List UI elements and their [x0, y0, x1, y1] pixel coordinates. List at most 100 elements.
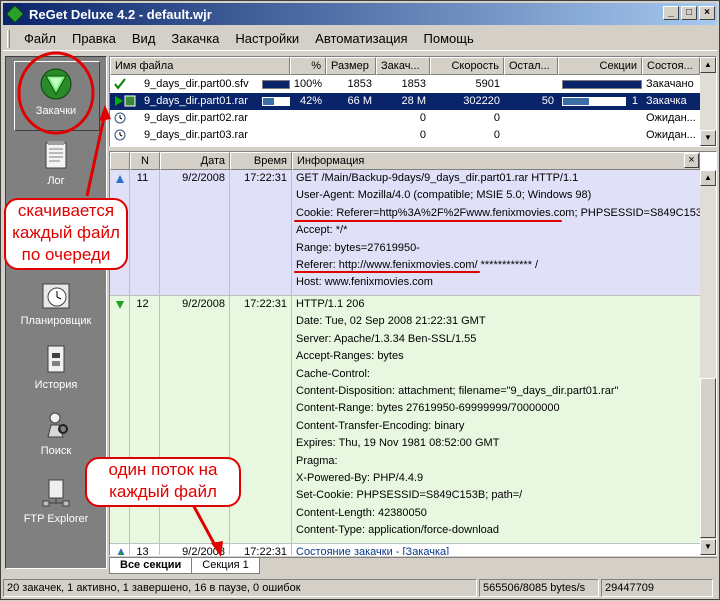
menu-file[interactable]: Файл — [16, 31, 64, 46]
log-line: Content-Length: 42380050 — [296, 506, 427, 519]
status-bar: 20 закачек, 1 активно, 1 завершено, 16 в… — [3, 579, 717, 597]
log-line: Content-Disposition: attachment; filenam… — [296, 385, 619, 398]
section-tabs: Все секции Секция 1 — [109, 557, 717, 575]
annotation-sequential: скачивается каждый файл по очереди — [4, 198, 128, 270]
log-line: Состояние закачки - [Закачка] — [296, 546, 450, 556]
close-button[interactable]: × — [699, 6, 715, 20]
title-bar[interactable]: ReGet Deluxe 4.2 - default.wjr _ □ × — [3, 3, 717, 25]
search-figure-icon — [40, 409, 72, 441]
cell-speed: 0 — [493, 129, 500, 141]
sidebar-item-label: Лог — [47, 175, 65, 187]
log-header-date[interactable]: Дата — [160, 152, 230, 170]
log-cell-time: 17:22:31 — [230, 296, 292, 543]
log-scrollbar[interactable]: ▲ ▼ — [700, 170, 716, 555]
play-icon — [114, 93, 136, 110]
reget-app-icon — [5, 4, 25, 24]
sidebar-item-history[interactable]: История — [6, 343, 106, 391]
log-line: Content-Range: bytes 27619950-69999999/7… — [296, 402, 560, 415]
col-header-status[interactable]: Состоя... — [642, 57, 700, 75]
sidebar-item-label: Закачки — [35, 105, 77, 117]
app-window: ReGet Deluxe 4.2 - default.wjr _ □ × Фай… — [0, 0, 720, 600]
download-arrow-icon — [39, 67, 73, 101]
table-row[interactable]: 9_days_dir.part03.rar 0 0 Ожидан... — [110, 127, 700, 144]
scroll-up-button[interactable]: ▲ — [700, 57, 716, 73]
cell-done: 0 — [419, 129, 426, 141]
filelist-scrollbar[interactable]: ▲ ▼ — [700, 57, 716, 146]
log-cell-n: 13 — [130, 544, 160, 555]
scroll-up-button[interactable]: ▲ — [700, 170, 716, 186]
table-row[interactable]: 9_days_dir.part00.sfv 100% 1853 1853 5901 Зак… — [110, 76, 700, 93]
cell-name: 9_days_dir.part03.rar — [144, 129, 248, 141]
cell-speed: 5901 — [475, 78, 500, 90]
log-line: Accept-Ranges: bytes — [296, 350, 404, 363]
cell-name: 9_days_dir.part02.rar — [144, 112, 248, 124]
scroll-thumb[interactable] — [700, 378, 716, 538]
sidebar-item-search[interactable]: Поиск — [6, 409, 106, 457]
menu-edit[interactable]: Правка — [64, 31, 124, 46]
log-line: GET /Main/Backup-9days/9_days_dir.part01… — [296, 172, 579, 184]
log-line: Cache-Control: — [296, 367, 370, 380]
log-line: Content-Transfer-Encoding: binary — [296, 419, 465, 432]
col-header-size[interactable]: Размер — [326, 57, 376, 75]
scroll-down-button[interactable]: ▼ — [700, 539, 716, 555]
cell-left: 50 — [541, 95, 554, 107]
menu-settings[interactable]: Настройки — [227, 31, 307, 46]
col-header-speed[interactable]: Скорость — [430, 57, 504, 75]
col-header-percent[interactable]: % — [290, 57, 326, 75]
col-header-sections[interactable]: Секции — [558, 57, 642, 75]
sections-bar — [562, 97, 626, 106]
cell-done: 28 M — [401, 95, 426, 107]
col-header-remaining[interactable]: Остал... — [504, 57, 558, 75]
ftp-explorer-icon — [40, 477, 72, 509]
cell-pct: 42% — [299, 95, 322, 107]
log-close-button[interactable]: × — [684, 153, 699, 168]
log-line: Content-Type: application/force-download — [296, 524, 500, 537]
log-header-icon — [110, 152, 130, 170]
history-book-icon — [40, 343, 72, 375]
sidebar-item-label: Поиск — [40, 445, 72, 457]
log-header-time[interactable]: Время — [230, 152, 292, 170]
sidebar-item-log[interactable]: Лог — [6, 139, 106, 187]
table-row[interactable]: 9_days_dir.part01.rar 42% 66 M 28 M 302220 50… — [110, 93, 700, 110]
log-line: Server: Apache/1.3.34 Ben-SSL/1.55 — [296, 332, 477, 345]
log-line: Expires: Thu, 19 Nov 1981 08:52:00 GMT — [296, 437, 500, 450]
menu-help[interactable]: Помощь — [416, 31, 482, 46]
log-entry[interactable]: 13 9/2/2008 17:22:31 Состояние закачки - [З… — [110, 544, 700, 556]
menu-grip — [7, 29, 10, 48]
col-header-downloaded[interactable]: Закач... — [376, 57, 430, 75]
cell-status: Закачка — [646, 95, 687, 107]
log-line: Host: www.fenixmovies.com — [296, 276, 433, 289]
sidebar-item-downloads[interactable]: Закачки — [6, 67, 106, 117]
log-cell-time: 17:22:31 — [230, 170, 292, 295]
log-header-number[interactable]: N — [130, 152, 160, 170]
menu-download[interactable]: Закачка — [163, 31, 227, 46]
check-icon — [114, 76, 136, 93]
log-info: GET /Main/Backup-9days/9_days_dir.part01… — [292, 170, 709, 292]
log-line: HTTP/1.1 206 — [296, 298, 365, 310]
minimize-button[interactable]: _ — [663, 6, 679, 20]
log-cell-n: 11 — [130, 170, 160, 295]
cell-speed: 302220 — [463, 95, 500, 107]
maximize-button[interactable]: □ — [681, 6, 697, 20]
log-entry[interactable]: 11 9/2/2008 17:22:31 GET /Main/Backup-9days… — [110, 170, 709, 296]
log-line: Accept: */* — [296, 224, 348, 237]
cell-done: 1853 — [401, 78, 426, 90]
col-header-filename[interactable]: Имя файла — [110, 57, 290, 75]
sidebar-item-scheduler[interactable]: Планировщик — [6, 279, 106, 327]
status-summary: 20 закачек, 1 активно, 1 завершено, 16 в… — [3, 579, 477, 597]
log-line: Range: bytes=27619950- — [296, 241, 420, 254]
tab-all-sections[interactable]: Все секции — [109, 558, 193, 574]
log-header-info[interactable]: Информация — [292, 152, 700, 170]
menu-automation[interactable]: Автоматизация — [307, 31, 415, 46]
annotation-one-thread: один поток на каждый файл — [85, 457, 241, 507]
clock-icon — [114, 110, 136, 127]
scroll-down-button[interactable]: ▼ — [700, 130, 716, 146]
cell-status: Ожидан... — [646, 112, 696, 124]
tab-section-1[interactable]: Секция 1 — [191, 558, 260, 574]
cell-size: 66 M — [347, 95, 372, 107]
cell-done: 0 — [419, 112, 426, 124]
menu-view[interactable]: Вид — [124, 31, 164, 46]
cell-size — [326, 127, 376, 144]
table-row[interactable]: 9_days_dir.part02.rar 0 0 Ожидан... — [110, 110, 700, 127]
cell-status: Закачано — [646, 78, 694, 90]
